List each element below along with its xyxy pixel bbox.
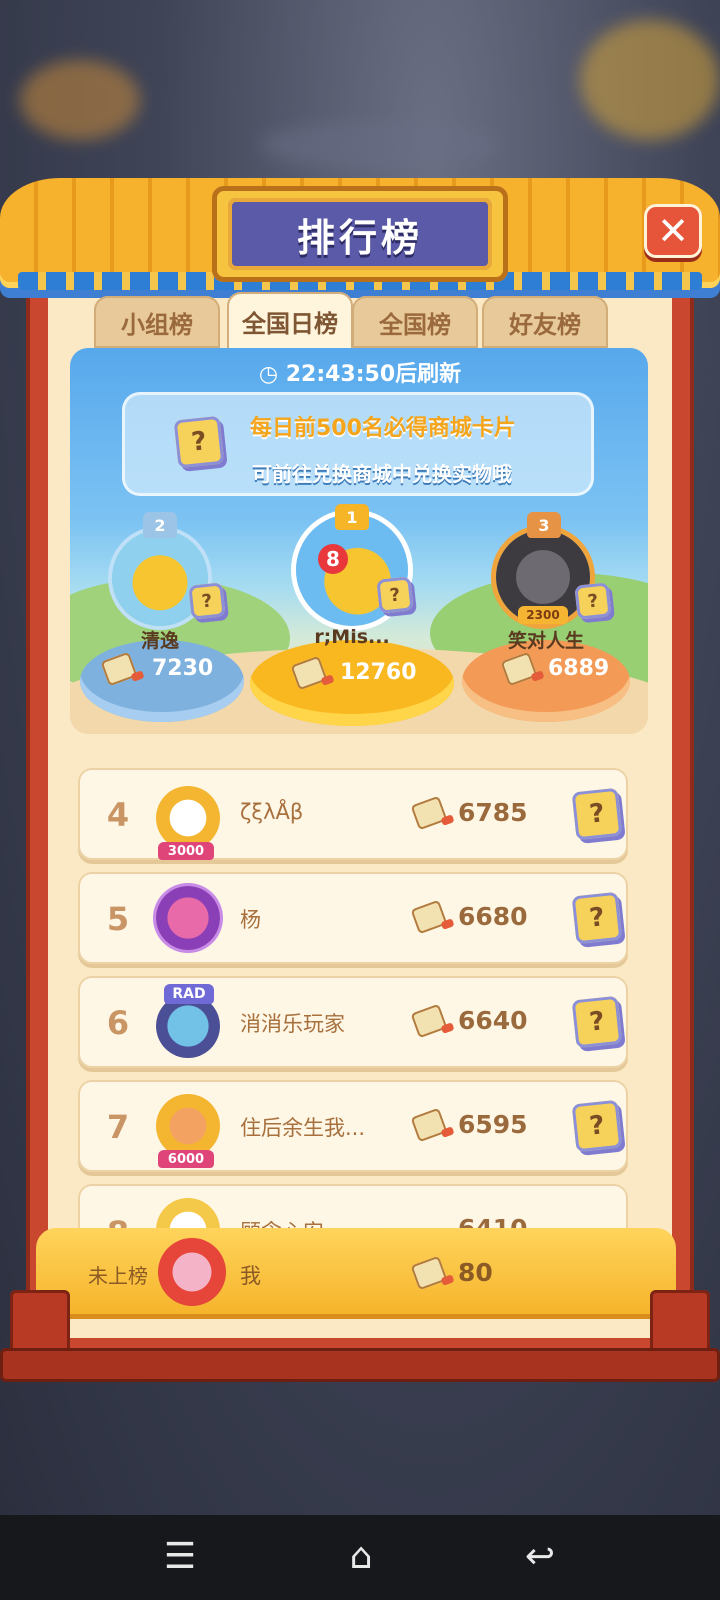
home-icon[interactable]: ⌂ [326, 1530, 396, 1582]
background-decoration [260, 120, 500, 170]
page-title: 排行榜 [228, 198, 492, 270]
close-icon: ✕ [657, 209, 689, 253]
podium-first-score: 12760 [340, 660, 417, 685]
mystery-card-icon: ? [188, 582, 226, 620]
row-rank: 6 [106, 1004, 130, 1042]
tab-national[interactable]: 全国榜 [352, 296, 478, 348]
back-icon[interactable]: ↩ [510, 1530, 570, 1582]
notice-headline: 每日前500名必得商城卡片 [250, 416, 516, 441]
clock-icon: ◷ [258, 362, 286, 387]
tab-friends[interactable]: 好友榜 [482, 296, 608, 348]
menu-icon[interactable]: ☰ [150, 1530, 210, 1582]
podium-second-name: 清逸 [140, 630, 179, 652]
row-level-badge: RAD [164, 984, 214, 1004]
podium-third-name: 笑对人生 [507, 630, 584, 652]
row-avatar[interactable] [156, 886, 220, 950]
podium-second-score: 7230 [152, 656, 214, 681]
mystery-card-icon: ? [571, 787, 623, 841]
panel-bottom-rail [0, 1348, 720, 1382]
row-avatar[interactable] [156, 1094, 220, 1158]
row-name: 消消乐玩家 [240, 1012, 345, 1036]
level-badge-third: 2300 [518, 606, 568, 624]
mystery-card-icon: ? [574, 582, 612, 620]
my-avatar[interactable] [158, 1238, 226, 1306]
mystery-card-icon: ? [571, 995, 623, 1049]
level-badge-first: 8 [318, 544, 348, 574]
row-level-badge: 3000 [158, 842, 214, 860]
my-rank-label: 未上榜 [88, 1264, 148, 1288]
mystery-card-icon: ? [571, 1099, 623, 1153]
mystery-card-icon: ? [376, 576, 414, 614]
mystery-card-icon: ? [571, 891, 623, 945]
row-level-badge: 6000 [158, 1150, 214, 1168]
row-name: 住后余生我... [240, 1116, 366, 1140]
notice-subtext: 可前往兑换商城中兑换实物哦 [252, 462, 512, 486]
my-name: 我 [240, 1264, 261, 1288]
row-rank: 7 [106, 1108, 130, 1146]
row-name: ζξλÅβ [240, 800, 304, 824]
tab-national-daily[interactable]: 全国日榜 [227, 292, 353, 350]
row-avatar[interactable] [156, 786, 220, 850]
background-decoration [580, 20, 720, 140]
podium-first-name: r;Mis... [314, 626, 390, 648]
refresh-timer: ◷ 22:43:50后刷新 [258, 362, 462, 387]
mystery-card-icon: ? [173, 415, 225, 469]
podium-third-score: 6889 [548, 656, 610, 681]
close-button[interactable]: ✕ [644, 204, 702, 258]
row-name: 杨 [240, 908, 261, 932]
row-score: 6680 [458, 902, 528, 931]
crown-first: 1 [335, 504, 369, 530]
row-score: 6640 [458, 1006, 528, 1035]
crown-second: 2 [143, 512, 177, 538]
background-decoration [20, 60, 140, 140]
row-rank: 5 [106, 900, 130, 938]
crown-third: 3 [527, 512, 561, 538]
row-score: 6595 [458, 1110, 528, 1139]
row-rank: 4 [106, 796, 130, 834]
tab-group[interactable]: 小组榜 [94, 296, 220, 348]
row-score: 6785 [458, 798, 528, 827]
my-score: 80 [458, 1258, 493, 1287]
